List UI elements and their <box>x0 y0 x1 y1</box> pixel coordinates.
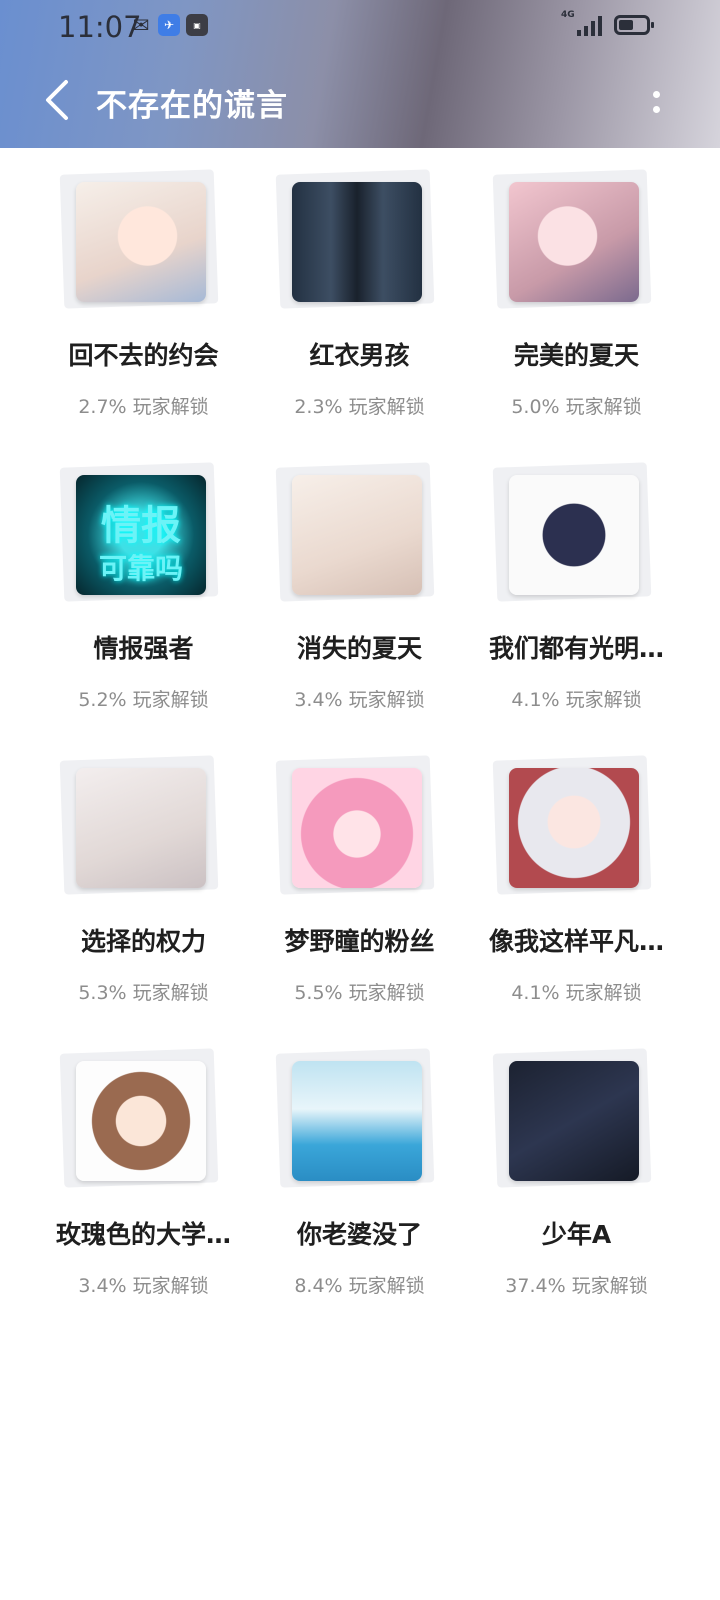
achievement-card[interactable]: 梦野瞳的粉丝 5.5% 玩家解锁 <box>250 734 469 1027</box>
achievement-card[interactable]: 少年A 37.4% 玩家解锁 <box>467 1027 686 1320</box>
achievement-card[interactable]: 红衣男孩 2.3% 玩家解锁 <box>250 148 469 441</box>
achievement-card[interactable]: 回不去的约会 2.7% 玩家解锁 <box>34 148 253 441</box>
achievement-card[interactable]: 情报 可靠吗 情报强者 5.2% 玩家解锁 <box>34 441 253 734</box>
achievement-title: 像我这样平凡… <box>488 927 664 956</box>
chevron-left-icon <box>46 80 68 120</box>
achievement-title: 选择的权力 <box>80 927 206 956</box>
achievement-card[interactable]: 消失的夏天 3.4% 玩家解锁 <box>250 441 469 734</box>
achievement-title: 梦野瞳的粉丝 <box>284 927 435 956</box>
thumbnail-text: 可靠吗 <box>98 552 183 585</box>
page-title: 不存在的谎言 <box>96 88 288 124</box>
unlock-rate: 5.2% 玩家解锁 <box>78 689 209 711</box>
achievement-thumbnail <box>292 475 422 595</box>
more-options-button[interactable] <box>644 82 668 122</box>
achievement-thumbnail <box>292 182 422 302</box>
wechat-icon: ✉ <box>132 13 150 37</box>
achievement-title: 情报强者 <box>93 634 194 663</box>
unlock-rate: 4.1% 玩家解锁 <box>511 982 642 1004</box>
achievement-thumbnail <box>509 475 639 595</box>
app-notification-icon: ✈ <box>158 14 180 36</box>
achievement-title: 我们都有光明… <box>488 634 664 663</box>
achievement-title: 你老婆没了 <box>296 1220 422 1249</box>
achievement-title: 回不去的约会 <box>68 341 219 370</box>
unlock-rate: 8.4% 玩家解锁 <box>294 1275 425 1297</box>
more-dot-icon <box>652 91 660 98</box>
achievement-thumbnail <box>76 768 206 888</box>
achievement-title: 红衣男孩 <box>309 341 410 370</box>
achievement-thumbnail <box>509 182 639 302</box>
unlock-rate: 4.1% 玩家解锁 <box>511 689 642 711</box>
message-notification-icon: ▣ <box>186 14 208 36</box>
achievement-thumbnail <box>76 182 206 302</box>
achievement-card[interactable]: 你老婆没了 8.4% 玩家解锁 <box>250 1027 469 1320</box>
network-label: 4G <box>561 10 575 20</box>
achievement-title: 玫瑰色的大学… <box>55 1220 231 1249</box>
unlock-rate: 3.4% 玩家解锁 <box>78 1275 209 1297</box>
unlock-rate: 2.7% 玩家解锁 <box>78 396 209 418</box>
achievement-thumbnail <box>292 1061 422 1181</box>
app-header: 11:07 ✉ ✈ ▣ 4G 不存在的谎言 <box>0 0 720 148</box>
achievement-card[interactable]: 完美的夏天 5.0% 玩家解锁 <box>467 148 686 441</box>
achievement-thumbnail <box>509 1061 639 1181</box>
achievement-card[interactable]: 玫瑰色的大学… 3.4% 玩家解锁 <box>34 1027 253 1320</box>
achievement-thumbnail: 情报 可靠吗 <box>76 475 206 595</box>
achievement-thumbnail <box>76 1061 206 1181</box>
achievement-card[interactable]: 像我这样平凡… 4.1% 玩家解锁 <box>467 734 686 1027</box>
achievement-title: 少年A <box>541 1220 612 1249</box>
achievement-card[interactable]: 选择的权力 5.3% 玩家解锁 <box>34 734 253 1027</box>
achievement-thumbnail <box>509 768 639 888</box>
achievement-title: 消失的夏天 <box>296 634 422 663</box>
status-right: 4G <box>561 10 654 36</box>
achievement-thumbnail <box>292 768 422 888</box>
signal-icon: 4G <box>561 10 602 36</box>
back-button[interactable] <box>40 78 80 122</box>
unlock-rate: 5.0% 玩家解锁 <box>511 396 642 418</box>
thumbnail-text: 情报 <box>101 502 181 549</box>
unlock-rate: 37.4% 玩家解锁 <box>505 1275 648 1297</box>
unlock-rate: 3.4% 玩家解锁 <box>294 689 425 711</box>
notification-icons: ✉ ✈ ▣ <box>130 13 208 37</box>
unlock-rate: 5.5% 玩家解锁 <box>294 982 425 1004</box>
unlock-rate: 5.3% 玩家解锁 <box>78 982 209 1004</box>
achievement-title: 完美的夏天 <box>513 341 639 370</box>
unlock-rate: 2.3% 玩家解锁 <box>294 396 425 418</box>
achievement-card[interactable]: 我们都有光明… 4.1% 玩家解锁 <box>467 441 686 734</box>
more-dot-icon <box>652 106 660 113</box>
battery-icon <box>614 15 654 35</box>
